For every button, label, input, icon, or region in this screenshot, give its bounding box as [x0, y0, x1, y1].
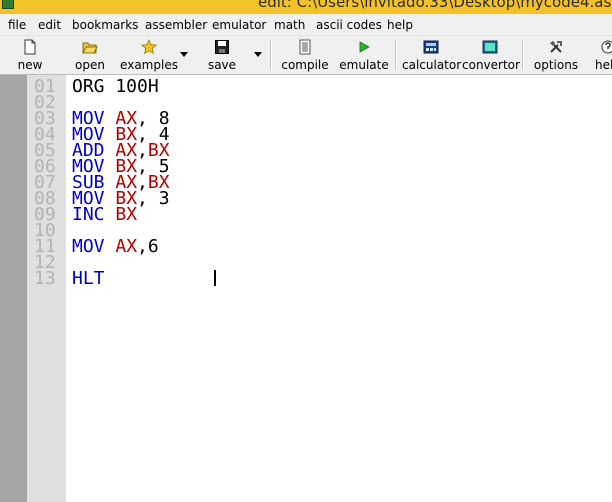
toolbar-separator [270, 40, 272, 70]
menu-file[interactable]: file [8, 18, 26, 32]
calculator-icon [423, 40, 439, 54]
menu-bookmarks[interactable]: bookmarks [72, 18, 138, 32]
emulate-label: emulate [339, 58, 389, 72]
save-button[interactable]: save [200, 36, 244, 74]
examples-dropdown-icon[interactable] [179, 49, 189, 59]
floppy-disk-icon [215, 40, 229, 54]
menu-assembler[interactable]: assembler [145, 18, 207, 32]
register-token: BX [115, 204, 138, 225]
convertor-icon [482, 40, 498, 54]
menu-emulator[interactable]: emulator [212, 18, 266, 32]
text-token: ,6 [137, 236, 159, 257]
convertor-button[interactable]: convertor [462, 36, 520, 74]
new-label: new [17, 58, 43, 72]
toolbar: new open examples save compile emulate c… [0, 36, 612, 75]
calculator-label: calculator [402, 58, 462, 72]
code-line[interactable]: INC BX [72, 204, 138, 225]
menu-edit[interactable]: edit [38, 18, 61, 32]
compile-label: compile [281, 58, 329, 72]
text-token: , 3 [137, 188, 170, 209]
options-label: options [533, 58, 579, 72]
toolbar-separator [395, 40, 397, 70]
open-folder-icon [82, 42, 98, 54]
menu-ascii-codes[interactable]: ascii codes [316, 18, 382, 32]
emulate-button[interactable]: emulate [338, 36, 390, 74]
app-icon [2, 0, 14, 9]
help-label: help [595, 58, 612, 72]
tools-icon [550, 41, 562, 53]
code-editor[interactable]: 01 02 03 04 05 06 07 08 09 10 11 12 13 ORG 100H MOV AX… [0, 75, 612, 502]
editor-margin [0, 75, 27, 502]
menu-math[interactable]: math [274, 18, 305, 32]
save-label: save [207, 58, 237, 72]
code-line[interactable]: HLT [72, 268, 105, 289]
examples-label: examples [120, 58, 178, 72]
menu-help[interactable]: help [387, 18, 413, 32]
open-button[interactable]: open [66, 36, 114, 74]
save-dropdown-icon[interactable] [253, 49, 263, 59]
star-icon [141, 39, 157, 55]
instruction-token: HLT [72, 268, 105, 289]
toolbar-separator [522, 40, 524, 70]
new-button[interactable]: new [8, 36, 52, 74]
line-number: 13 [34, 268, 56, 289]
text-caret [214, 270, 216, 286]
window-title: edit: C:\Users\invitado.33\Desktop\mycod… [258, 0, 612, 11]
instruction-token: INC [72, 204, 116, 225]
play-icon [359, 41, 370, 53]
menu-bar: file edit bookmarks assembler emulator m… [0, 14, 612, 36]
code-line[interactable]: ORG 100H [72, 76, 159, 97]
compile-icon [299, 39, 311, 55]
new-file-icon [24, 39, 36, 55]
calculator-button[interactable]: calculator [402, 36, 462, 74]
text-token: ORG 100H [72, 76, 159, 97]
open-label: open [75, 58, 105, 72]
register-token: AX [115, 236, 138, 257]
convertor-label: convertor [462, 58, 520, 72]
examples-button[interactable]: examples [118, 36, 180, 74]
compile-button[interactable]: compile [280, 36, 330, 74]
help-icon [601, 40, 612, 54]
help-button[interactable]: help [586, 36, 612, 74]
instruction-token: MOV [72, 236, 116, 257]
options-button[interactable]: options [532, 36, 580, 74]
title-bar: edit: C:\Users\invitado.33\Desktop\mycod… [0, 0, 612, 14]
code-line[interactable]: MOV AX,6 [72, 236, 159, 257]
